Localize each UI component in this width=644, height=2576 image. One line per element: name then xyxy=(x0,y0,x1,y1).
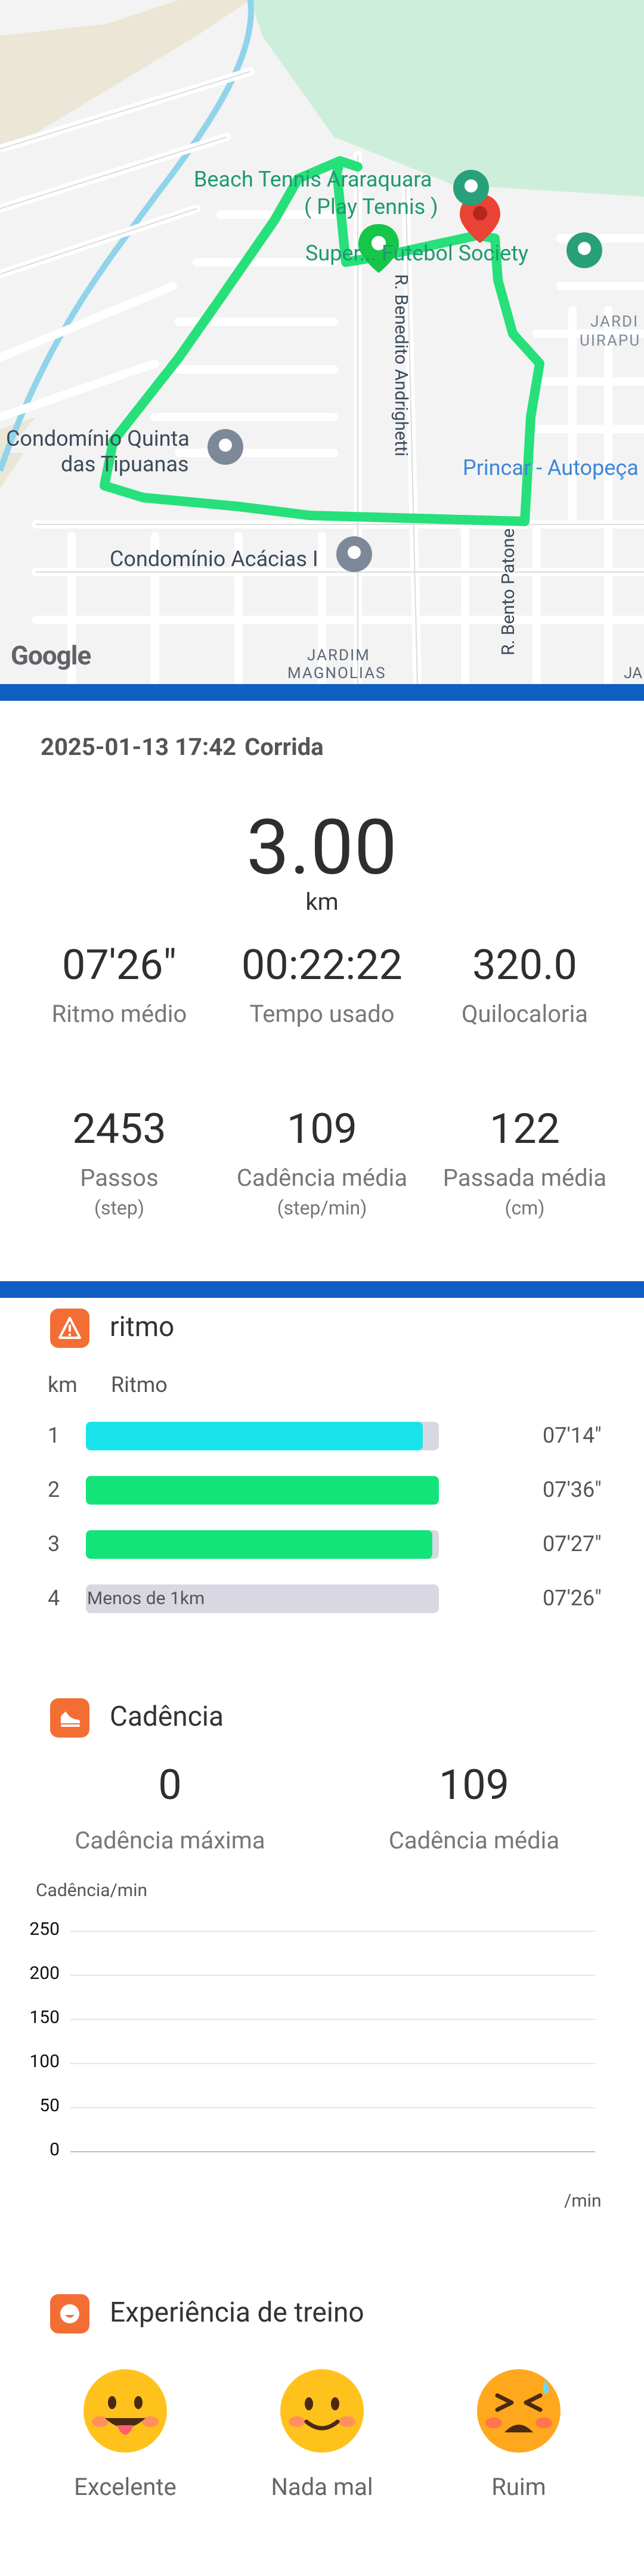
google-logo: Google xyxy=(11,640,91,671)
stat-steps: 2453 Passos (step) xyxy=(18,1105,221,1219)
distance-value: 3.00 xyxy=(246,803,398,893)
cadence-avg-value: 109 xyxy=(438,1761,510,1810)
experience-label: Excelente xyxy=(74,2473,177,2501)
map-label-bento: R. Bento Patone xyxy=(498,528,519,655)
map-label-condominio-quinta: Condomínio Quinta xyxy=(6,426,190,451)
alert-icon xyxy=(58,1317,81,1339)
distance-unit: km xyxy=(305,888,339,916)
pace-bar-track xyxy=(86,1476,439,1505)
stat-avg-pace: 07'26" Ritmo médio xyxy=(18,941,221,1028)
tired-face-icon[interactable] xyxy=(476,2368,562,2454)
grid-line xyxy=(70,2107,595,2108)
route-map[interactable]: Beach Tennis Araraquara ( Play Tennis ) … xyxy=(0,0,644,684)
workout-date: 2025-01-13 17:42 xyxy=(41,733,237,761)
stat-value: 07'26" xyxy=(61,941,177,990)
stat-label: Tempo usado xyxy=(249,1000,395,1028)
stat-value: 122 xyxy=(489,1105,561,1154)
pace-bar-fill xyxy=(86,1530,433,1559)
map-label-jardim-mag-2: MAGNOLIAS xyxy=(287,664,386,682)
pace-row-km: 1 xyxy=(48,1423,60,1448)
y-tick-label: 50 xyxy=(39,2095,60,2116)
stat-label: Ritmo médio xyxy=(51,1000,187,1028)
stat-value: 320.0 xyxy=(472,941,577,990)
pace-section-icon xyxy=(50,1309,89,1348)
map-label-ja: JA xyxy=(624,664,643,682)
y-tick-label: 150 xyxy=(29,2007,60,2028)
experience-label: Ruim xyxy=(491,2473,546,2501)
x-axis-line xyxy=(70,2151,595,2152)
pace-col-pace: Ritmo xyxy=(111,1372,168,1397)
map-label-acacias: Condomínio Acácias I xyxy=(110,546,318,571)
face-icon xyxy=(60,2304,79,2323)
stat-value: 2453 xyxy=(72,1105,166,1154)
y-tick-label: 250 xyxy=(29,1919,60,1940)
stat-unit: (step) xyxy=(94,1197,144,1219)
pace-bar-fill xyxy=(86,1422,423,1450)
map-label-benedito: R. Benedito Andrighetti xyxy=(391,274,411,456)
cadence-section-title: Cadência xyxy=(110,1701,224,1733)
accent-bar-middle xyxy=(0,1281,644,1298)
map-label-princar: Princar - Autopeça xyxy=(463,455,639,480)
cadence-max-label: Cadência máxima xyxy=(75,1826,265,1854)
y-tick-label: 100 xyxy=(29,2051,60,2072)
map-label-jardim-uira: JARDI xyxy=(590,313,639,331)
cadence-section-icon xyxy=(50,1698,89,1738)
cadence-avg-label: Cadência média xyxy=(388,1826,560,1854)
map-label-tipuanas: das Tipuanas xyxy=(61,452,189,477)
map-label-beach: Beach Tennis Araraquara xyxy=(194,167,432,192)
pace-bar-track: Menos de 1km xyxy=(86,1584,439,1613)
experience-section-icon xyxy=(50,2294,89,2333)
pace-row-km: 2 xyxy=(48,1477,60,1502)
stat-value: 00:22:22 xyxy=(242,941,402,990)
pace-section-title: ritmo xyxy=(110,1311,175,1343)
pace-bar-track xyxy=(86,1422,439,1450)
pace-row-value: 07'27" xyxy=(543,1531,602,1556)
pace-bar-track xyxy=(86,1530,439,1559)
smile-face-icon[interactable] xyxy=(279,2368,365,2454)
stat-label: Passos xyxy=(80,1164,159,1192)
accent-bar-top xyxy=(0,684,644,701)
stat-avg-cadence: 109 Cadência média (step/min) xyxy=(221,1105,423,1219)
stat-calories: 320.0 Quilocaloria xyxy=(423,941,626,1028)
map-label-jardim-mag-1: JARDIM xyxy=(307,647,370,664)
shoe-icon xyxy=(61,1711,80,1727)
map-canvas xyxy=(0,0,644,684)
stat-label: Passada média xyxy=(442,1164,607,1192)
pace-row-value: 07'26" xyxy=(543,1586,602,1611)
y-tick-label: 0 xyxy=(49,2139,60,2160)
experience-label: Nada mal xyxy=(271,2473,373,2501)
workout-type: Corrida xyxy=(244,733,324,761)
grid-line xyxy=(70,1975,595,1976)
grid-line xyxy=(70,2063,595,2064)
grid-line xyxy=(70,2019,595,2020)
grid-line xyxy=(70,1931,595,1932)
y-tick-label: 200 xyxy=(29,1963,60,1984)
pace-row-km: 3 xyxy=(48,1531,60,1556)
map-label-play: ( Play Tennis ) xyxy=(304,194,438,219)
stat-label: Quilocaloria xyxy=(461,1000,589,1028)
stat-time-used: 00:22:22 Tempo usado xyxy=(221,941,423,1028)
workout-header: 2025-01-13 17:42 Corrida xyxy=(41,733,332,761)
stat-avg-stride: 122 Passada média (cm) xyxy=(423,1105,626,1219)
experience-section-title: Experiência de treino xyxy=(110,2297,364,2329)
stat-label: Cadência média xyxy=(236,1164,408,1192)
pace-row-value: 07'36" xyxy=(543,1477,602,1502)
map-label-jardim-uira-2: UIRAPU xyxy=(580,332,641,350)
map-label-futebol: Super... Futebol Society xyxy=(305,241,529,266)
chart-xunit: /min xyxy=(564,2190,602,2211)
pace-row-km: 4 xyxy=(48,1586,60,1611)
pace-col-km: km xyxy=(48,1372,78,1397)
pace-row-value: 07'14" xyxy=(543,1423,602,1448)
tongue-face-icon[interactable] xyxy=(82,2368,168,2454)
stat-unit: (cm) xyxy=(504,1197,545,1219)
cadence-max-value: 0 xyxy=(158,1761,182,1810)
pace-bar-note: Menos de 1km xyxy=(87,1588,205,1609)
pace-bar-fill xyxy=(86,1476,439,1505)
stat-value: 109 xyxy=(286,1105,358,1154)
stat-unit: (step/min) xyxy=(277,1197,367,1219)
chart-ylabel: Cadência/min xyxy=(36,1880,148,1901)
